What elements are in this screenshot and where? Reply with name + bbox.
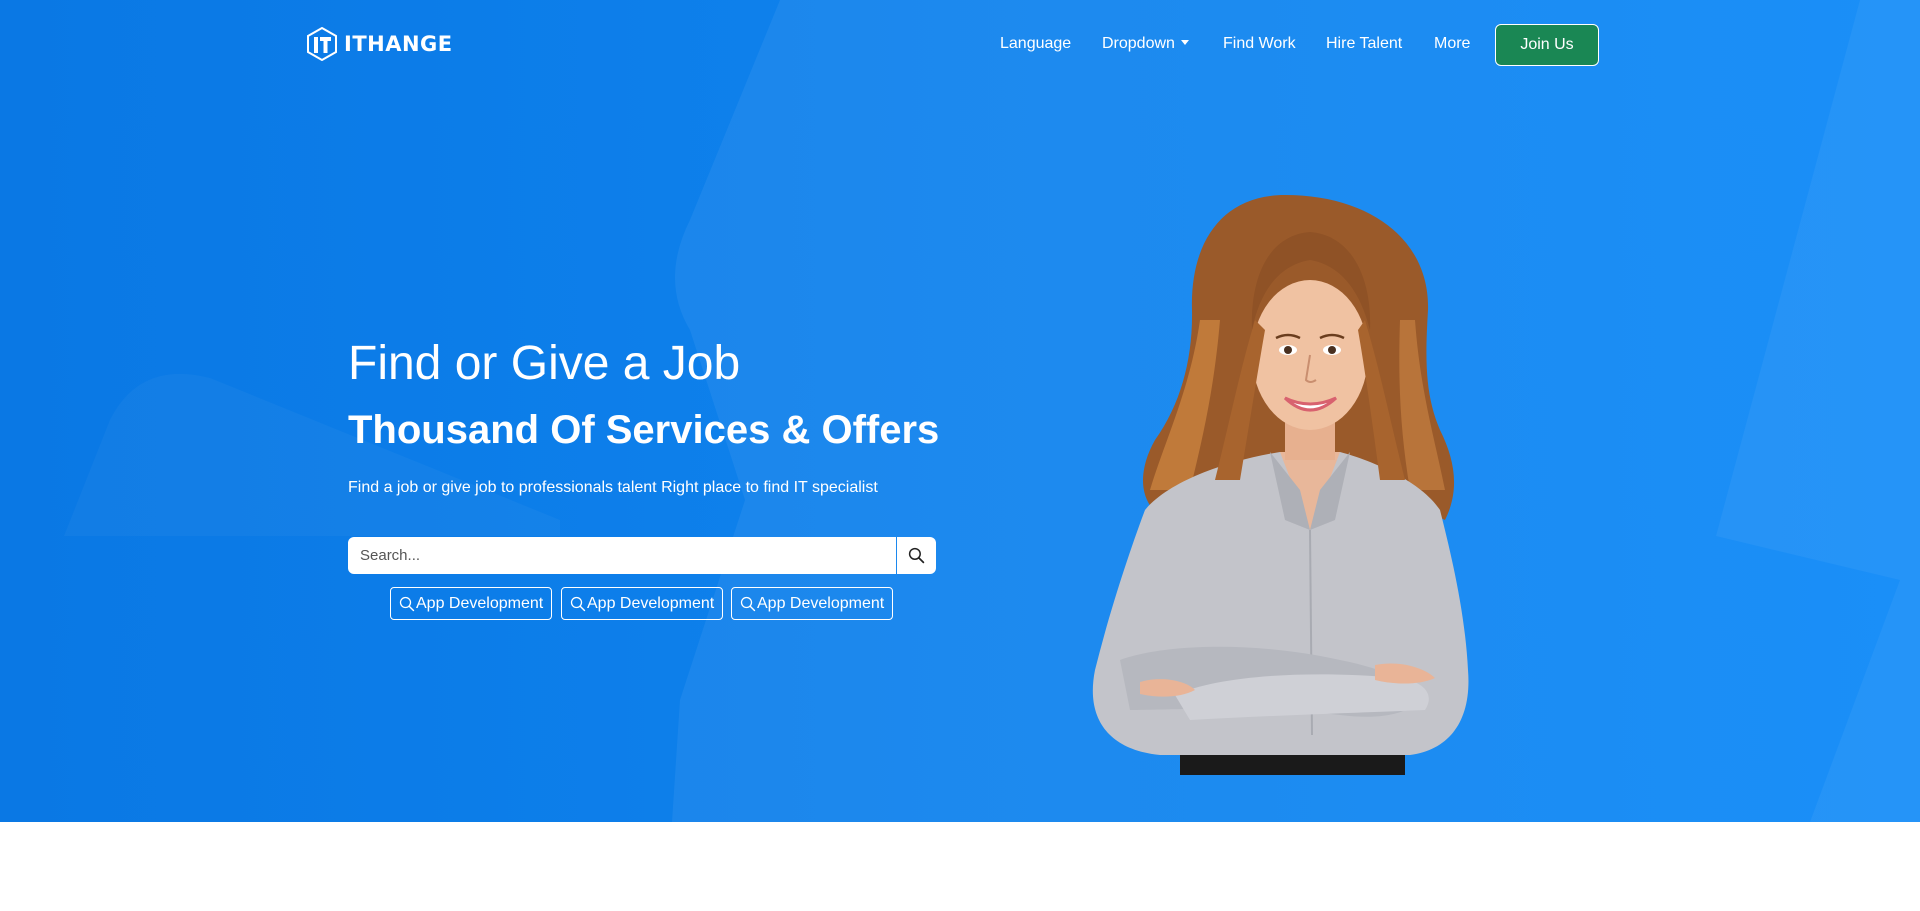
search-icon: [908, 547, 925, 564]
tag-app-development[interactable]: App Development: [731, 587, 894, 620]
tag-label: App Development: [416, 594, 544, 612]
search-icon: [399, 596, 415, 611]
nav-item-more[interactable]: More: [1434, 32, 1470, 56]
brand-logo[interactable]: ITHANGE: [306, 27, 453, 61]
tag-app-development[interactable]: App Development: [390, 587, 553, 620]
nav-item-language[interactable]: Language: [1000, 32, 1071, 56]
search-button[interactable]: [897, 537, 936, 574]
tag-label: App Development: [587, 594, 715, 612]
hero-lead-text: Find a job or give job to professionals …: [348, 479, 878, 496]
join-us-button[interactable]: Join Us: [1495, 24, 1599, 66]
brand-name: ITHANGE: [344, 32, 453, 56]
tag-label: App Development: [757, 594, 885, 612]
tag-app-development[interactable]: App Development: [561, 587, 724, 620]
nav-item-find-work[interactable]: Find Work: [1223, 32, 1296, 56]
it-logo-icon: [307, 27, 337, 61]
search-icon: [570, 596, 586, 611]
hero-title: Find or Give a Job: [348, 337, 741, 390]
nav-item-dropdown[interactable]: Dropdown: [1102, 32, 1189, 56]
nav-item-dropdown-label: Dropdown: [1102, 35, 1175, 52]
hero-person-image: [1092, 195, 1469, 775]
hero-subtitle: Thousand Of Services & Offers: [348, 408, 940, 452]
search-icon: [740, 596, 756, 611]
caret-down-icon: [1180, 40, 1189, 45]
hero-section: ITHANGE Language Dropdown Find Work Hire…: [0, 0, 1920, 822]
nav-item-hire-talent[interactable]: Hire Talent: [1326, 32, 1402, 56]
hero-background-shapes: [672, 0, 1920, 822]
navbar: ITHANGE Language Dropdown Find Work Hire…: [0, 0, 1920, 88]
search-input[interactable]: [348, 537, 896, 574]
